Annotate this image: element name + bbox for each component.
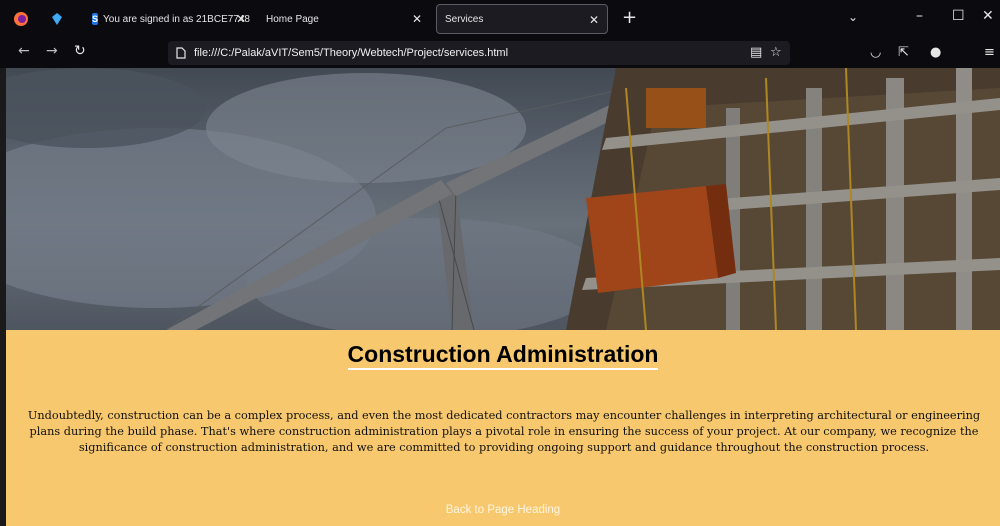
maximize-icon[interactable]: ☐ [952,8,965,24]
close-tab-icon[interactable]: ✕ [412,12,422,26]
back-to-heading-link[interactable]: Back to Page Heading [6,504,1000,516]
hero-image [6,68,1000,330]
extensions-icon[interactable]: ⇱ [898,45,909,60]
tab-label: You are signed in as 21BCE7748 [103,13,250,25]
tab-home-page[interactable]: Home Page ✕ [258,4,430,34]
url-text[interactable]: file:///C:/Palak/aVIT/Sem5/Theory/Webtec… [194,47,508,59]
bookmark-star-icon[interactable]: ☆ [770,45,782,60]
pinned-tab-icon[interactable] [46,8,68,30]
close-tab-icon[interactable]: ✕ [236,12,246,26]
back-icon[interactable]: ← [18,43,30,59]
tab-signed-in[interactable]: S You are signed in as 21BCE7748 ✕ [84,4,254,34]
tab-label: Services [445,13,484,25]
site-favicon-icon: S [92,13,99,25]
section-heading-text: Construction Administration [347,341,659,370]
account-icon[interactable]: ● [930,45,941,60]
reader-view-icon[interactable]: ▤ [750,45,762,60]
menu-icon[interactable]: ≡ [984,45,995,60]
reload-icon[interactable]: ↻ [74,43,86,59]
close-window-icon[interactable]: ✕ [982,8,994,24]
firefox-menu-icon[interactable] [10,8,32,30]
page-content: Construction Administration Undoubtedly,… [6,68,1000,526]
tab-label: Home Page [266,13,319,25]
list-all-tabs-icon[interactable]: ⌄ [848,10,858,24]
page-icon [176,47,186,59]
minimize-icon[interactable]: – [916,8,923,24]
service-section: Construction Administration Undoubtedly,… [6,330,1000,526]
section-heading: Construction Administration [6,341,1000,370]
close-tab-icon[interactable]: ✕ [589,13,599,27]
forward-icon[interactable]: → [46,43,58,59]
pocket-icon[interactable]: ◡ [870,45,881,60]
url-bar[interactable]: file:///C:/Palak/aVIT/Sem5/Theory/Webtec… [168,41,790,65]
browser-nav-bar: ← → ↻ file:///C:/Palak/aVIT/Sem5/Theory/… [0,38,1000,68]
browser-tab-bar: S You are signed in as 21BCE7748 ✕ Home … [0,0,1000,38]
new-tab-button[interactable]: + [622,7,637,28]
tab-services[interactable]: Services ✕ [436,4,608,34]
construction-site-image [6,68,1000,330]
section-paragraph: Undoubtedly, construction can be a compl… [27,409,981,454]
